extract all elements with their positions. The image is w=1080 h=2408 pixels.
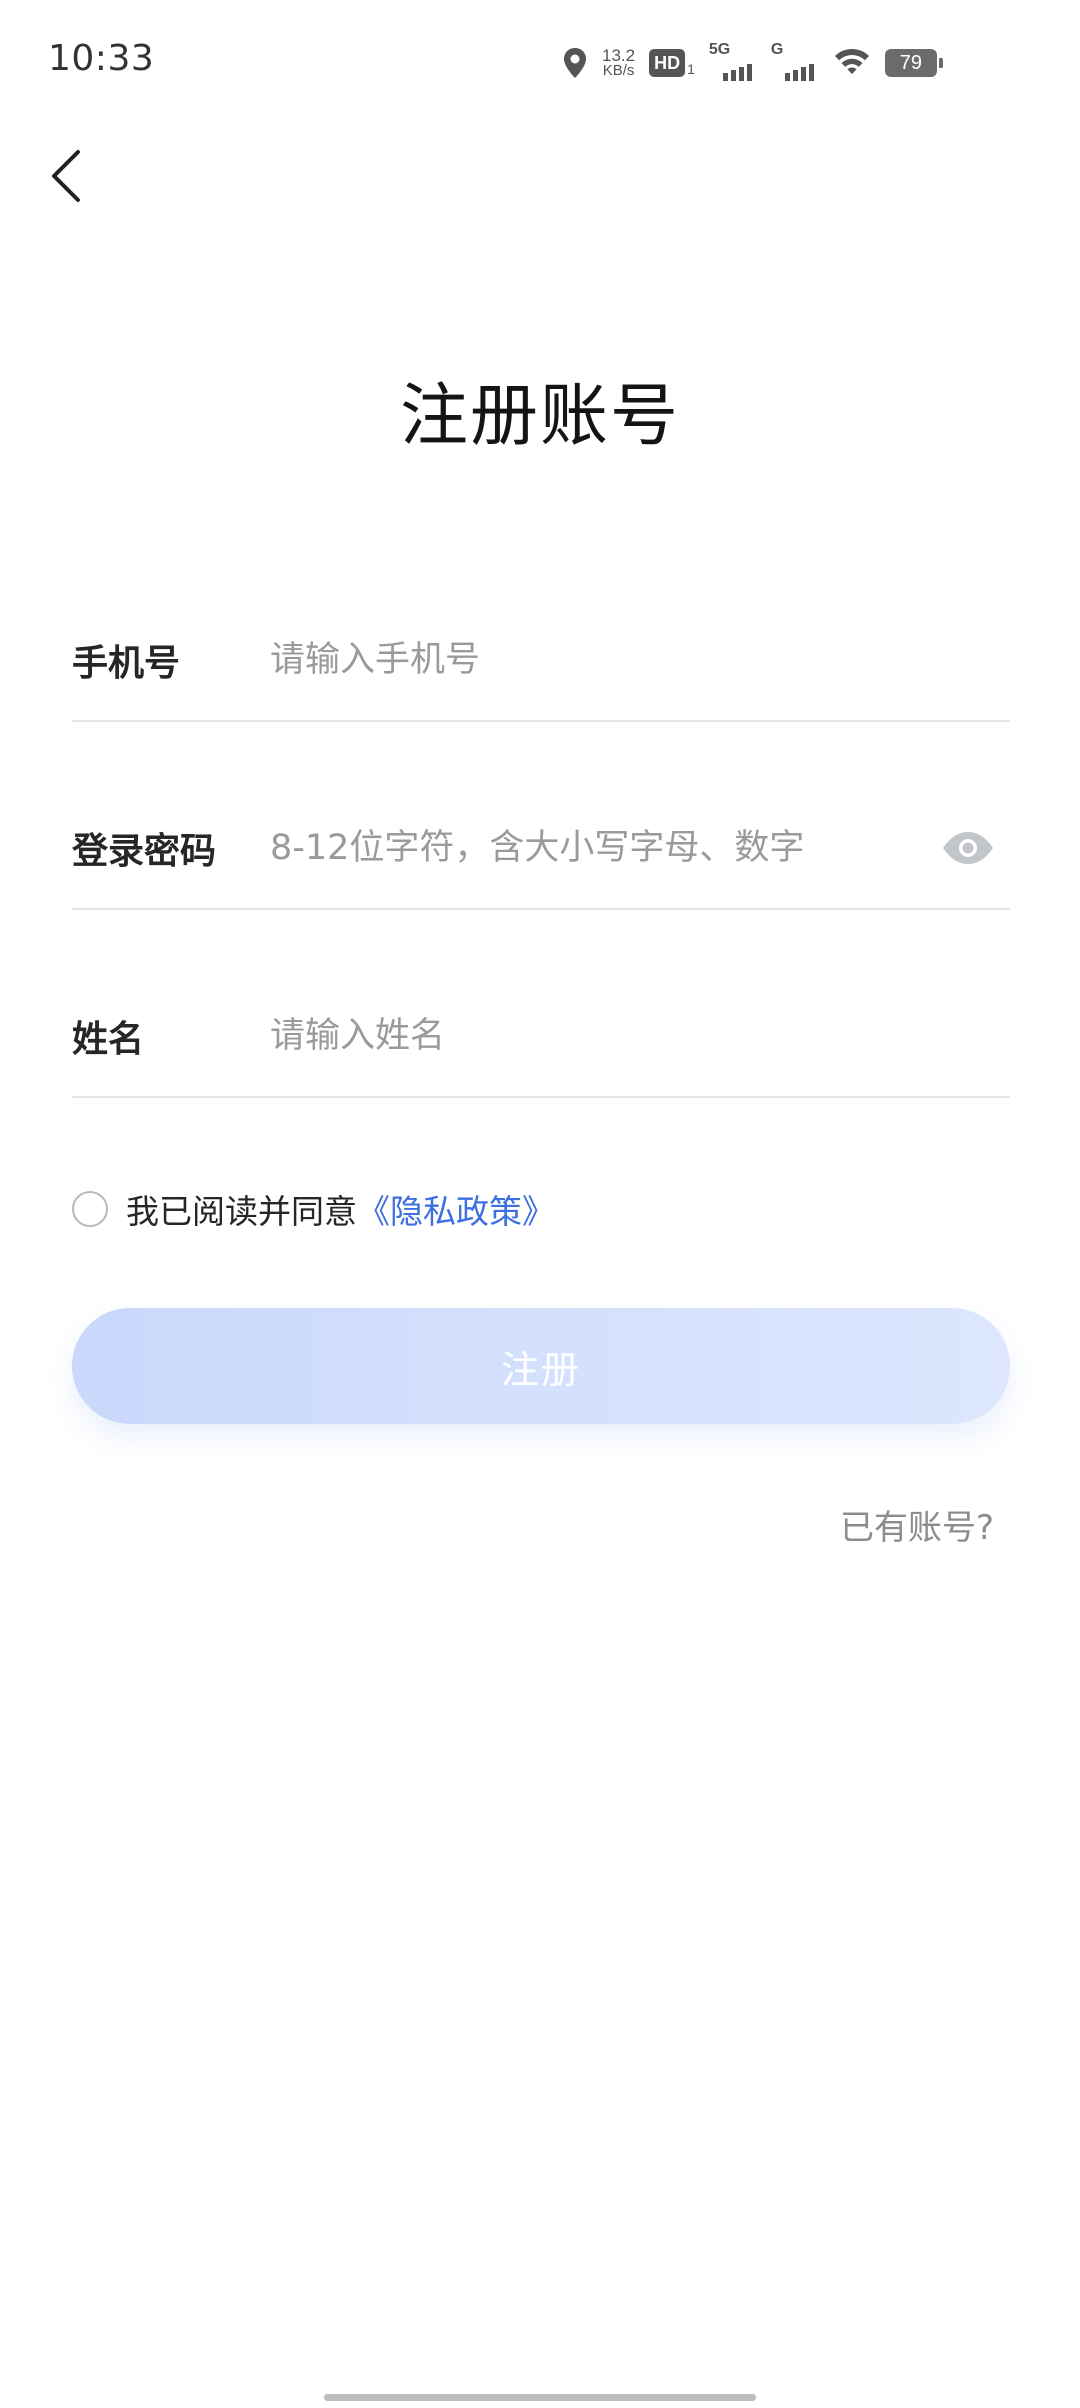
login-link[interactable]: 已有账号? — [840, 1500, 994, 1549]
phone-label: 手机号 — [72, 643, 181, 684]
net-speed-value: 13.2 — [602, 46, 636, 65]
agree-text: 我已阅读并同意 — [126, 1192, 357, 1231]
hd-icon: HD 1 — [649, 49, 695, 77]
location-icon — [562, 47, 588, 79]
net-speed-unit: KB/s — [602, 62, 635, 79]
back-button[interactable] — [36, 136, 96, 216]
hd-label: HD — [649, 49, 686, 77]
eye-icon — [943, 832, 993, 864]
name-row: 姓名 — [72, 976, 1010, 1098]
name-input[interactable] — [270, 1001, 1010, 1071]
password-row: 登录密码 — [72, 788, 1010, 910]
agree-checkbox[interactable] — [72, 1191, 108, 1227]
password-visibility-toggle[interactable] — [940, 828, 996, 868]
battery-icon: 79 — [884, 49, 943, 77]
wifi-icon — [833, 46, 871, 80]
signal-icon-2: G — [770, 41, 819, 83]
status-icons: 13.2 KB/s HD 1 5G G 79 — [562, 40, 943, 86]
register-button[interactable]: 注册 — [72, 1308, 1010, 1424]
agreement: 我已阅读并同意 《隐私政策》 — [72, 1185, 555, 1233]
battery-level: 79 — [899, 52, 923, 74]
signal-tech-g: G — [770, 41, 784, 58]
status-bar: 10:33 13.2 KB/s HD 1 5G G 79 — [0, 0, 1080, 130]
signal-tech-5g: 5G — [708, 41, 731, 58]
status-time: 10:33 — [48, 38, 155, 79]
hd-sub: 1 — [687, 61, 695, 77]
phone-row: 手机号 — [72, 600, 1010, 722]
password-input[interactable] — [270, 813, 1010, 883]
chevron-left-icon — [52, 150, 80, 202]
phone-input[interactable] — [270, 625, 1010, 695]
privacy-policy-link[interactable]: 《隐私政策》 — [357, 1185, 555, 1233]
password-label: 登录密码 — [72, 831, 217, 872]
register-form: 手机号 登录密码 姓名 — [72, 600, 1010, 1164]
name-label: 姓名 — [72, 1019, 145, 1060]
register-button-label: 注册 — [500, 1347, 581, 1392]
net-speed: 13.2 KB/s — [602, 46, 636, 79]
page-title: 注册账号 — [399, 377, 680, 456]
home-indicator[interactable] — [324, 2394, 756, 2401]
signal-icon: 5G — [708, 41, 757, 83]
